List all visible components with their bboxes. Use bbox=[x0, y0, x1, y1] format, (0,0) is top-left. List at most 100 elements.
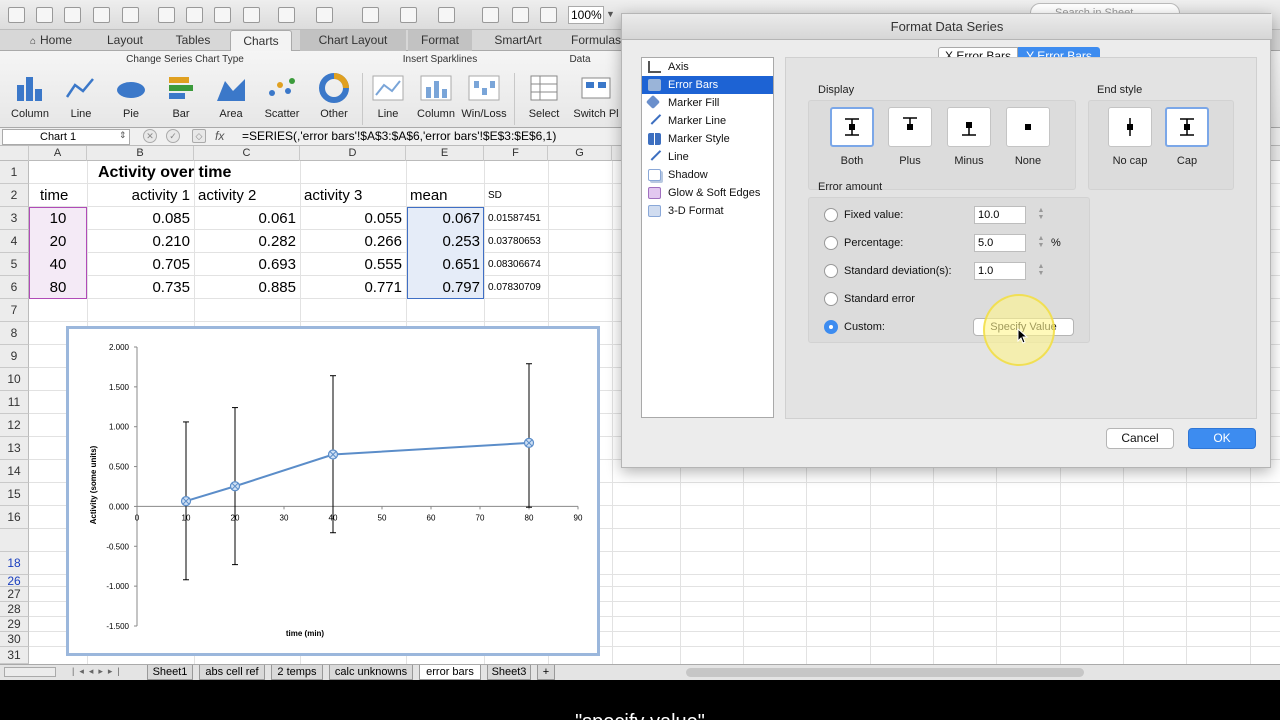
row-header[interactable]: 15 bbox=[0, 483, 29, 506]
data-cell[interactable]: 80 bbox=[29, 276, 87, 299]
row-header[interactable]: 26 bbox=[0, 575, 29, 587]
sheet-tab[interactable]: Sheet3 bbox=[487, 665, 531, 680]
data-cell[interactable]: 0.735 bbox=[87, 276, 194, 299]
row-header[interactable]: 3 bbox=[0, 207, 29, 230]
autosum-icon[interactable] bbox=[362, 7, 379, 23]
category-axis[interactable]: Axis bbox=[642, 58, 773, 76]
column-header[interactable]: G bbox=[548, 146, 612, 161]
data-cell[interactable]: 0.253 bbox=[406, 230, 484, 253]
area-chart-button[interactable]: Area bbox=[207, 73, 255, 123]
tab-formulas[interactable]: Formulas bbox=[566, 30, 626, 51]
pie-chart-button[interactable]: Pie bbox=[107, 73, 155, 123]
copy-icon[interactable] bbox=[186, 7, 203, 23]
stdev-radio[interactable] bbox=[824, 264, 838, 278]
stepper-icon[interactable]: ▲ ▼ bbox=[1036, 263, 1046, 279]
undo-icon[interactable] bbox=[278, 7, 295, 23]
tab-home[interactable]: ⌂ Home bbox=[20, 30, 82, 51]
sheet-tab[interactable]: abs cell ref bbox=[199, 665, 265, 680]
header-cell[interactable]: time bbox=[36, 184, 72, 207]
error-bars[interactable] bbox=[183, 363, 532, 581]
category-marker-line[interactable]: Marker Line bbox=[642, 111, 773, 130]
horizontal-scrollbar[interactable] bbox=[686, 668, 1084, 677]
data-cell[interactable]: 0.693 bbox=[194, 253, 300, 276]
row-header[interactable]: 1 bbox=[0, 161, 29, 184]
category-error-bars[interactable]: Error Bars bbox=[642, 76, 773, 94]
custom-radio[interactable] bbox=[824, 320, 838, 334]
paste-icon[interactable] bbox=[214, 7, 231, 23]
stepper-icon[interactable]: ▲ ▼ bbox=[1036, 207, 1046, 223]
cut-icon[interactable] bbox=[158, 7, 175, 23]
tab-tables[interactable]: Tables bbox=[164, 30, 222, 51]
data-cell[interactable]: 0.067 bbox=[406, 207, 484, 230]
row-header[interactable]: 11 bbox=[0, 391, 29, 414]
category-shadow[interactable]: Shadow bbox=[642, 166, 773, 184]
series-markers[interactable] bbox=[180, 437, 535, 507]
select-all-corner[interactable] bbox=[0, 146, 29, 161]
switch-plot-button[interactable]: Switch Pl bbox=[572, 73, 620, 123]
display-minus-button[interactable] bbox=[947, 107, 991, 147]
formula-input[interactable]: =SERIES(,'error bars'!$A$3:$A$6,'error b… bbox=[242, 129, 556, 143]
row-header[interactable]: 16 bbox=[0, 506, 29, 529]
row-header[interactable]: 30 bbox=[0, 632, 29, 647]
filter-icon[interactable] bbox=[438, 7, 455, 23]
new-document-icon[interactable] bbox=[8, 7, 25, 23]
format-painter-icon[interactable] bbox=[243, 7, 260, 23]
data-cell[interactable]: 0.705 bbox=[87, 253, 194, 276]
cancel-button[interactable]: Cancel bbox=[1106, 428, 1174, 449]
category-marker-style[interactable]: Marker Style bbox=[642, 130, 773, 148]
view-toggle[interactable] bbox=[4, 667, 56, 677]
sheet-tab[interactable]: Sheet1 bbox=[147, 665, 193, 680]
row-header[interactable]: 12 bbox=[0, 414, 29, 437]
display-both-button[interactable] bbox=[830, 107, 874, 147]
open-icon[interactable] bbox=[64, 7, 81, 23]
confirm-icon[interactable]: ✓ bbox=[166, 129, 180, 143]
data-cell[interactable]: 0.282 bbox=[194, 230, 300, 253]
data-cell[interactable]: 0.797 bbox=[406, 276, 484, 299]
row-header[interactable]: 31 bbox=[0, 647, 29, 664]
zoom-field[interactable]: 100% bbox=[568, 6, 604, 24]
select-data-button[interactable]: Select bbox=[520, 73, 568, 123]
data-cell[interactable]: 0.08306674 bbox=[484, 253, 545, 276]
data-cell[interactable]: 0.651 bbox=[406, 253, 484, 276]
data-cell[interactable]: 0.055 bbox=[300, 207, 406, 230]
stderr-radio[interactable] bbox=[824, 292, 838, 306]
row-header[interactable]: 5 bbox=[0, 253, 29, 276]
percentage-field[interactable]: 5.0 bbox=[974, 234, 1026, 252]
sheet-tab[interactable]: calc unknowns bbox=[329, 665, 413, 680]
print-icon[interactable] bbox=[122, 7, 139, 23]
ok-button[interactable]: OK bbox=[1188, 428, 1256, 449]
sparkline-column-button[interactable]: Column bbox=[412, 73, 460, 123]
row-header[interactable]: 7 bbox=[0, 299, 29, 322]
data-cell[interactable]: 40 bbox=[29, 253, 87, 276]
row-header[interactable]: 28 bbox=[0, 602, 29, 617]
row-header[interactable]: 2 bbox=[0, 184, 29, 207]
data-cell[interactable]: 0.01587451 bbox=[484, 207, 545, 230]
category-glow[interactable]: Glow & Soft Edges bbox=[642, 184, 773, 202]
row-header[interactable]: 6 bbox=[0, 276, 29, 299]
chart-plot[interactable]: 2.000 1.500 1.000 0.500 0.000 -0.500 -1.000 -1.… bbox=[69, 329, 597, 653]
category-marker-fill[interactable]: Marker Fill bbox=[642, 94, 773, 112]
row-header[interactable]: 8 bbox=[0, 322, 29, 345]
row-header[interactable]: 9 bbox=[0, 345, 29, 368]
save-icon[interactable] bbox=[93, 7, 110, 23]
row-header[interactable]: 18 bbox=[0, 552, 29, 575]
percentage-radio[interactable] bbox=[824, 236, 838, 250]
sparkline-line-button[interactable]: Line bbox=[364, 73, 412, 123]
column-header[interactable]: D bbox=[300, 146, 406, 161]
end-style-no-cap-button[interactable] bbox=[1108, 107, 1152, 147]
tab-charts[interactable]: Charts bbox=[230, 30, 292, 51]
data-cell[interactable]: 0.07830709 bbox=[484, 276, 545, 299]
header-cell[interactable]: SD bbox=[484, 184, 506, 207]
add-sheet-button[interactable]: + bbox=[537, 665, 555, 680]
data-cell[interactable]: 0.061 bbox=[194, 207, 300, 230]
row-header[interactable]: 14 bbox=[0, 460, 29, 483]
tab-smartart[interactable]: SmartArt bbox=[484, 30, 552, 51]
line-chart-button[interactable]: Line bbox=[57, 73, 105, 123]
data-cell[interactable]: 0.771 bbox=[300, 276, 406, 299]
gallery-icon[interactable] bbox=[512, 7, 529, 23]
column-header[interactable]: F bbox=[484, 146, 548, 161]
name-box[interactable]: Chart 1 bbox=[2, 129, 130, 145]
row-header[interactable]: 4 bbox=[0, 230, 29, 253]
column-header[interactable]: A bbox=[29, 146, 87, 161]
sheet-nav-arrows-icon[interactable]: |◂◂▸▸| bbox=[72, 666, 125, 677]
